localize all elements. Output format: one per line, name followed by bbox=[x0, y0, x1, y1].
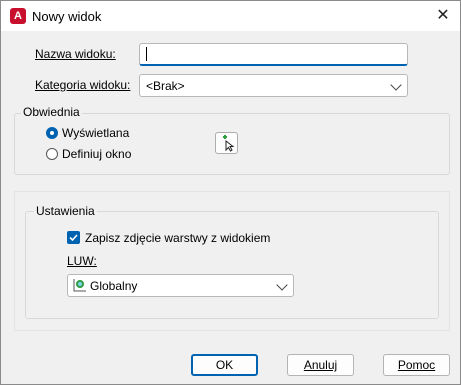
radio-displayed[interactable] bbox=[46, 127, 58, 139]
autocad-icon: A bbox=[10, 8, 26, 24]
chevron-down-icon bbox=[276, 279, 288, 291]
save-layer-snapshot-label: Zapisz zdjęcie warstwy z widokiem bbox=[85, 231, 271, 245]
settings-group-title: Ustawienia bbox=[34, 204, 97, 218]
view-name-input[interactable] bbox=[139, 43, 408, 66]
help-button[interactable]: Pomoc bbox=[383, 354, 450, 376]
view-category-label: Kategoria widoku: bbox=[35, 78, 131, 92]
dialog-window: A Nowy widok ✕ Nazwa widoku: Kategoria w… bbox=[0, 0, 461, 385]
radio-define-window[interactable] bbox=[46, 148, 58, 160]
ucs-label: LUW: bbox=[67, 254, 97, 268]
define-window-button[interactable] bbox=[215, 132, 238, 154]
cancel-button[interactable]: Anuluj bbox=[287, 354, 354, 376]
view-category-select[interactable]: <Brak> bbox=[139, 74, 408, 97]
close-icon[interactable]: ✕ bbox=[434, 7, 452, 25]
text-caret bbox=[146, 47, 147, 61]
view-name-label: Nazwa widoku: bbox=[35, 47, 116, 61]
window-title: Nowy widok bbox=[32, 9, 102, 24]
chevron-down-icon bbox=[390, 79, 402, 91]
view-category-value: <Brak> bbox=[146, 79, 185, 93]
ucs-value: Globalny bbox=[90, 279, 138, 293]
ucs-select[interactable]: Globalny bbox=[67, 274, 294, 297]
radio-define-window-label: Definiuj okno bbox=[62, 147, 132, 161]
radio-displayed-label: Wyświetlana bbox=[62, 126, 130, 140]
ok-button[interactable]: OK bbox=[191, 354, 258, 376]
pick-window-icon bbox=[223, 135, 235, 152]
ucs-axis-icon bbox=[73, 279, 86, 292]
checkmark-icon bbox=[69, 234, 78, 242]
boundary-group-title: Obwiednia bbox=[21, 105, 82, 119]
title-bar: A Nowy widok ✕ bbox=[1, 1, 460, 31]
save-layer-snapshot-checkbox[interactable] bbox=[67, 231, 80, 244]
